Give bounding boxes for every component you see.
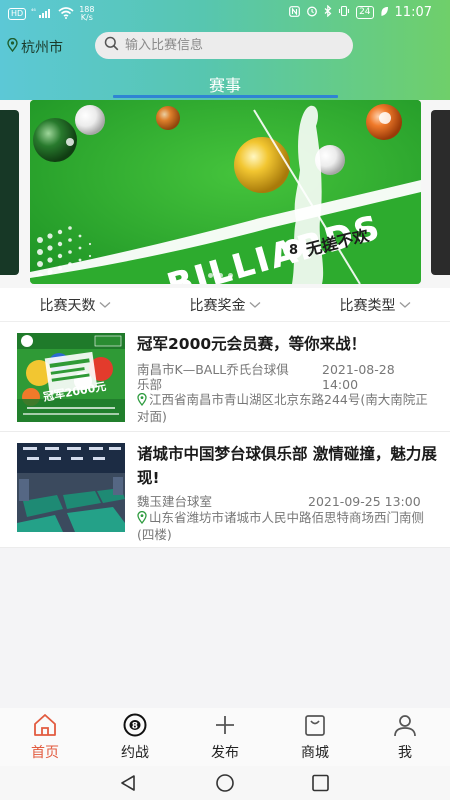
banner-image: BILLIARDS 8 无搓不欢 (30, 100, 421, 284)
search-input[interactable] (125, 38, 335, 53)
chevron-down-icon (99, 297, 111, 313)
event-card[interactable]: 诸城市中国梦台球俱乐部 激情碰撞，魅力展现! 魏玉建台球室 2021-09-25… (0, 432, 450, 548)
tab-label: 我 (398, 745, 412, 761)
filter-prize[interactable]: 比赛奖金 (150, 288, 300, 321)
carousel-indicator (208, 273, 233, 278)
bluetooth-icon (324, 4, 332, 20)
signal-label: ⁴⁶ (31, 8, 36, 15)
system-nav-bar (0, 766, 450, 800)
search-icon (104, 36, 119, 55)
chevron-down-icon (249, 297, 261, 313)
filter-label: 比赛天数 (39, 297, 96, 314)
filter-bar: 比赛天数 比赛奖金 比赛类型 (0, 288, 450, 322)
tab-events[interactable]: 赛事 (0, 72, 450, 96)
clock: 11:07 (394, 5, 432, 20)
banner-carousel[interactable]: BILLIARDS 8 无搓不欢 (0, 100, 450, 288)
tab-me[interactable]: 我 (360, 708, 450, 766)
filter-type[interactable]: 比赛类型 (300, 288, 450, 321)
user-icon (392, 713, 418, 741)
eight-ball-icon: 8 (122, 713, 148, 741)
home-icon (32, 713, 58, 741)
event-card[interactable]: 冠军2000元 冠军2000元会员赛，等你来战！ 南昌市K—BALL乔氏台球俱乐… (0, 322, 450, 432)
filter-label: 比赛奖金 (189, 297, 246, 314)
event-thumbnail: 冠军2000元 (17, 333, 125, 422)
tab-label: 约战 (121, 745, 149, 761)
carousel-next-card[interactable] (431, 110, 450, 275)
signal-icon: ⁴⁶ (31, 7, 53, 22)
event-title: 冠军2000元会员赛，等你来战！ (137, 335, 367, 353)
carousel-dot (218, 273, 223, 278)
tab-label: 首页 (31, 745, 59, 761)
carousel-dot (228, 273, 233, 278)
header: HD ⁴⁶ 188 K/s 24 11:07 杭州市 输入比赛信息 赛事 (0, 0, 450, 103)
net-speed-unit: K/s (80, 13, 93, 22)
tab-underline (113, 95, 338, 98)
location-pin-icon (137, 392, 147, 409)
filter-match-days[interactable]: 比赛天数 (0, 288, 150, 321)
location-pin-icon (7, 37, 18, 56)
carousel-prev-card[interactable] (0, 110, 19, 275)
event-title: 诸城市中国梦台球俱乐部 激情碰撞，魅力展现! (137, 445, 437, 487)
event-address: 山东省潍坊市诸城市人民中路佰思特商场西门南侧(四楼) (137, 510, 437, 542)
nfc-icon (289, 5, 300, 20)
svg-text:8: 8 (132, 722, 138, 732)
plus-icon (212, 713, 238, 741)
alarm-icon (306, 5, 318, 20)
event-address-text: 山东省潍坊市诸城市人民中路佰思特商场西门南侧(四楼) (137, 510, 425, 542)
wifi-icon (58, 6, 74, 22)
city-selector[interactable]: 杭州市 (7, 37, 63, 57)
search-bar[interactable] (95, 32, 353, 59)
tab-label: 发布 (211, 745, 239, 761)
vibrate-icon (338, 5, 350, 20)
home-nav-icon[interactable] (215, 774, 235, 796)
battery-icon: 24 (356, 6, 374, 19)
tab-home[interactable]: 首页 (0, 708, 90, 766)
recents-icon[interactable] (311, 774, 331, 796)
city-label: 杭州市 (21, 40, 63, 56)
tab-label: 商城 (301, 745, 329, 761)
chevron-down-icon (399, 297, 411, 313)
carousel-dot (208, 273, 213, 278)
filter-label: 比赛类型 (339, 297, 396, 314)
banner-ball-number: 8 (289, 243, 298, 258)
event-datetime: 2021-09-25 13:00 (308, 494, 421, 509)
event-club: 魏玉建台球室 (137, 494, 213, 509)
event-thumbnail (17, 443, 125, 532)
tab-events-label: 赛事 (208, 76, 241, 95)
leaf-icon (380, 6, 389, 20)
shopping-bag-icon (302, 713, 328, 741)
event-address: 江西省南昌市青山湖区北京东路244号(南大南院正对面) (137, 392, 437, 424)
network-badge: HD (8, 8, 27, 20)
banner-slide[interactable]: BILLIARDS 8 无搓不欢 (30, 100, 421, 284)
back-icon[interactable] (118, 774, 138, 796)
tab-challenge[interactable]: 8 约战 (90, 708, 180, 766)
tab-publish[interactable]: 发布 (180, 708, 270, 766)
bottom-tab-bar: 首页 8 约战 发布 商城 我 (0, 708, 450, 766)
location-pin-icon (137, 510, 147, 527)
tab-mall[interactable]: 商城 (270, 708, 360, 766)
event-club: 南昌市K—BALL乔氏台球俱乐部 (137, 362, 289, 392)
status-bar: HD ⁴⁶ 188 K/s 24 11:07 (0, 0, 450, 28)
event-datetime: 2021-08-28 14:00 (322, 362, 395, 392)
net-speed: 188 K/s (79, 6, 94, 22)
event-address-text: 江西省南昌市青山湖区北京东路244号(南大南院正对面) (137, 392, 428, 424)
